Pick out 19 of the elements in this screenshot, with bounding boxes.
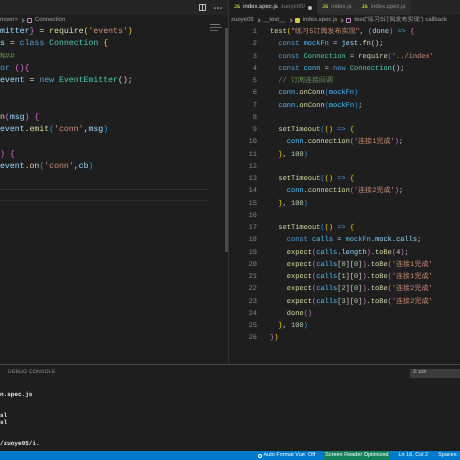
scrollbar-thumb[interactable] <box>225 28 228 252</box>
code-line: or (){ <box>0 62 30 75</box>
symbol-icon <box>346 18 352 23</box>
code-line: N## <box>0 50 15 62</box>
symbol-icon <box>26 18 32 23</box>
chevron-icon <box>288 18 292 23</box>
chevron-icon <box>256 18 260 23</box>
code-line: mitter} = require('events') <box>0 26 133 38</box>
chevron-icon <box>340 18 344 23</box>
code-line: n(msg) { <box>0 112 40 124</box>
code-line: event.emit('conn',msg) <box>0 124 108 136</box>
chevron-icon <box>20 18 24 23</box>
code-line: s = class Connection { <box>0 38 108 50</box>
code-line: event = new EventEmitter(); <box>0 75 133 87</box>
split-editor-icon[interactable] <box>199 4 206 11</box>
code-line: event.on('conn',cb) <box>0 160 94 173</box>
minimap-drawing <box>210 24 222 33</box>
code-line: ) { <box>0 148 15 160</box>
js-file-icon <box>294 18 300 23</box>
